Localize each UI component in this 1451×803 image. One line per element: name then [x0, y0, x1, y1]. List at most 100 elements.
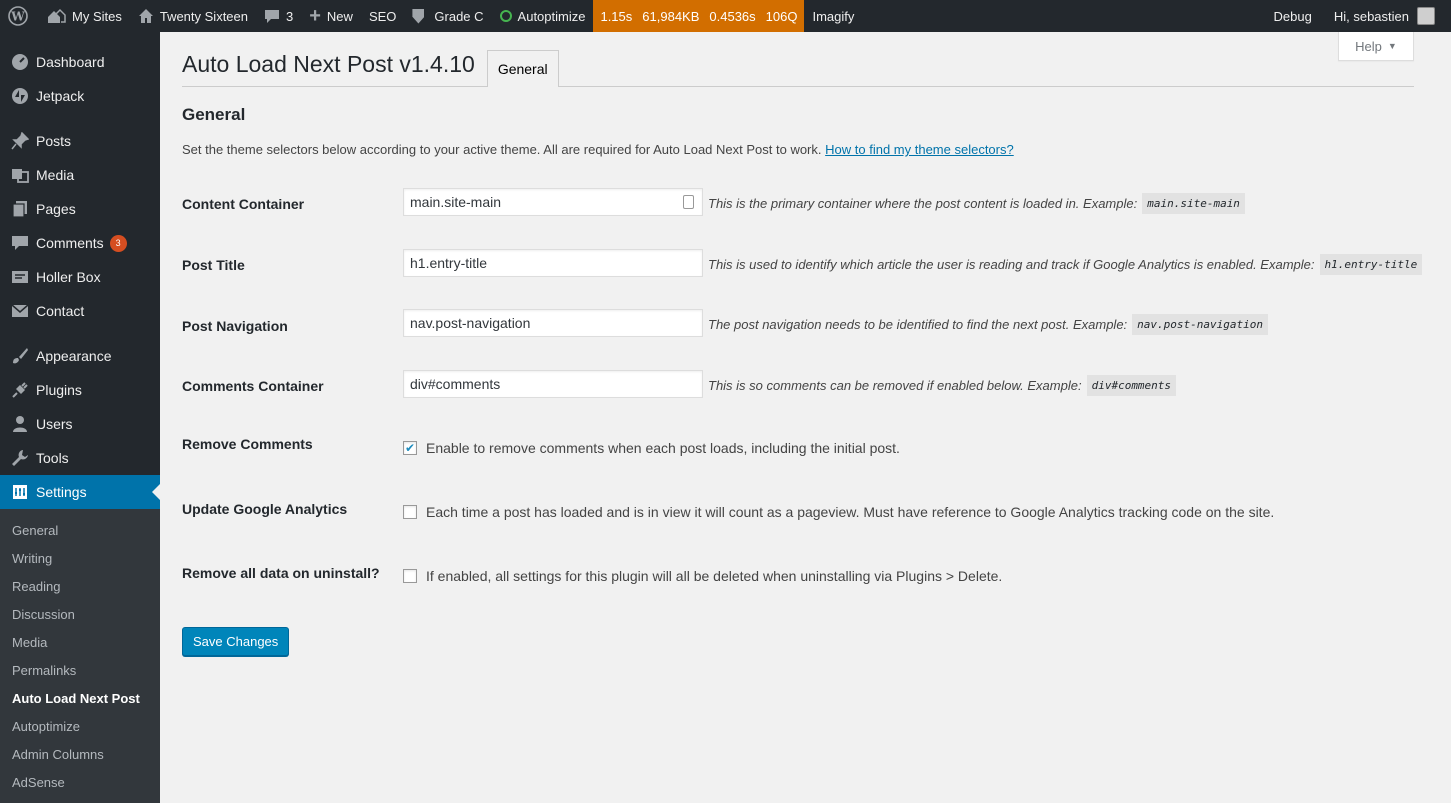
plug-icon — [10, 380, 30, 400]
sidebar-item-contact[interactable]: Contact — [0, 294, 160, 328]
site-name-label: Twenty Sixteen — [159, 8, 248, 24]
page-title: Auto Load Next Post v1.4.10 — [182, 51, 475, 77]
remove-comments-text: Enable to remove comments when each post… — [426, 440, 900, 456]
content-container-label: Content Container — [182, 196, 305, 212]
dashboard-icon — [10, 52, 30, 72]
description-text: The post navigation needs to be identifi… — [708, 316, 1128, 332]
sidebar-item-label: Settings — [36, 484, 87, 500]
comments-container-label: Comments Container — [182, 378, 324, 394]
submenu-item-admin-columns[interactable]: Admin Columns — [0, 740, 160, 768]
remove-data-uninstall-checkbox[interactable] — [403, 569, 417, 583]
jetpack-icon — [10, 86, 30, 106]
remove-data-uninstall-text: If enabled, all settings for this plugin… — [426, 568, 1003, 584]
imagify-label: Imagify — [812, 8, 855, 24]
grade-label: Grade C — [434, 8, 484, 24]
sidebar-item-media[interactable]: Media — [0, 158, 160, 192]
imagify-menu[interactable]: Imagify — [804, 0, 862, 32]
post-title-description: This is used to identify which article t… — [708, 251, 1423, 277]
debug-label: Debug — [1273, 8, 1312, 24]
content-container-value: main.site-main — [410, 194, 502, 210]
sidebar-item-label: Comments — [36, 235, 104, 251]
sidebar-item-users[interactable]: Users — [0, 407, 160, 441]
comments-menu[interactable]: 3 — [256, 0, 301, 32]
query-time: 0.4536s — [709, 8, 756, 24]
sidebar-item-tools[interactable]: Tools — [0, 441, 160, 475]
wordpress-logo-icon[interactable]: W — [0, 0, 38, 32]
post-navigation-input[interactable]: nav.post-navigation — [403, 309, 703, 337]
submenu-item-media[interactable]: Media — [0, 628, 160, 656]
seo-menu[interactable]: SEO — [361, 0, 404, 32]
remove-comments-label: Remove Comments — [182, 436, 313, 452]
memory-usage: 61,984KB — [642, 8, 700, 24]
grade-menu[interactable]: Grade C — [404, 0, 491, 32]
example-code: main.site-main — [1142, 192, 1245, 214]
description-text: This is the primary container where the … — [708, 195, 1138, 211]
sidebar-item-comments[interactable]: Comments 3 — [0, 226, 160, 260]
submenu-item-autoptimize[interactable]: Autoptimize — [0, 712, 160, 740]
sidebar-item-dashboard[interactable]: Dashboard — [0, 45, 160, 79]
sidebar-item-plugins[interactable]: Plugins — [0, 373, 160, 407]
sidebar-item-label: Contact — [36, 303, 85, 319]
query-monitor-stats[interactable]: 1.15s 61,984KB 0.4536s 106Q — [593, 0, 805, 32]
query-count: 106Q — [765, 8, 798, 24]
description-text: This is so comments can be removed if en… — [708, 377, 1082, 393]
post-title-label: Post Title — [182, 257, 245, 273]
submenu-item-reading[interactable]: Reading — [0, 572, 160, 600]
sidebar-item-label: Pages — [36, 201, 76, 217]
sidebar-item-jetpack[interactable]: Jetpack — [0, 79, 160, 113]
comments-container-input[interactable]: div#comments — [403, 370, 703, 398]
home-icon — [138, 8, 154, 24]
sidebar-item-holler-box[interactable]: Holler Box — [0, 260, 160, 294]
sidebar-item-pages[interactable]: Pages — [0, 192, 160, 226]
post-title-input[interactable]: h1.entry-title — [403, 249, 703, 277]
sidebar-item-appearance[interactable]: Appearance — [0, 339, 160, 373]
submenu-item-adsense[interactable]: AdSense — [0, 768, 160, 796]
plus-icon: + — [309, 4, 321, 27]
settings-sliders-icon — [10, 482, 30, 502]
remove-data-uninstall-label: Remove all data on uninstall? — [182, 565, 380, 581]
sidebar-item-posts[interactable]: Posts — [0, 124, 160, 158]
wrench-icon — [10, 448, 30, 468]
greeting-label: Hi, sebastien — [1333, 8, 1409, 24]
post-navigation-value: nav.post-navigation — [410, 315, 531, 331]
update-google-analytics-label: Update Google Analytics — [182, 501, 348, 517]
pin-icon — [10, 131, 30, 151]
checkmark-icon: ✔ — [404, 441, 416, 455]
update-google-analytics-text: Each time a post has loaded and is in vi… — [426, 504, 1275, 520]
submenu-item-auto-load-next-post[interactable]: Auto Load Next Post — [0, 684, 160, 712]
content-container-description: This is the primary container where the … — [708, 190, 1245, 216]
tab-general[interactable]: General — [486, 50, 559, 87]
title-row: Auto Load Next Post v1.4.10 General — [182, 50, 1414, 87]
my-sites-label: My Sites — [72, 8, 122, 24]
theme-selectors-help-link[interactable]: How to find my theme selectors? — [825, 142, 1014, 157]
content-container-input[interactable]: main.site-main — [403, 188, 703, 216]
caret-down-icon: ▼ — [1387, 41, 1397, 51]
sidebar-item-label: Holler Box — [36, 269, 101, 285]
user-icon — [10, 414, 30, 434]
submenu-item-writing[interactable]: Writing — [0, 544, 160, 572]
description-text: This is used to identify which article t… — [708, 256, 1315, 272]
pages-icon — [10, 199, 30, 219]
submenu-item-general[interactable]: General — [0, 516, 160, 544]
sidebar-item-settings[interactable]: Settings — [0, 475, 160, 509]
example-code: h1.entry-title — [1319, 253, 1423, 275]
new-content-menu[interactable]: + New — [301, 0, 361, 32]
my-sites-menu[interactable]: My Sites — [38, 0, 130, 32]
autoptimize-menu[interactable]: Autoptimize — [492, 0, 594, 32]
remove-comments-checkbox[interactable]: ✔ — [403, 441, 417, 455]
submenu-item-permalinks[interactable]: Permalinks — [0, 656, 160, 684]
update-google-analytics-checkbox[interactable] — [403, 505, 417, 519]
seo-label: SEO — [368, 8, 397, 24]
status-circle-icon — [499, 10, 512, 22]
mail-icon — [10, 301, 30, 321]
sidebar-item-label: Appearance — [36, 348, 112, 364]
save-changes-button[interactable]: Save Changes — [182, 627, 290, 656]
password-manager-icon[interactable] — [683, 195, 694, 209]
account-menu[interactable]: Hi, sebastien — [1326, 0, 1451, 32]
sidebar-item-label: Media — [36, 167, 75, 183]
site-name-menu[interactable]: Twenty Sixteen — [130, 0, 256, 32]
debug-menu[interactable]: Debug — [1266, 0, 1326, 32]
media-icon — [10, 165, 30, 185]
example-code: div#comments — [1086, 374, 1177, 396]
submenu-item-discussion[interactable]: Discussion — [0, 600, 160, 628]
